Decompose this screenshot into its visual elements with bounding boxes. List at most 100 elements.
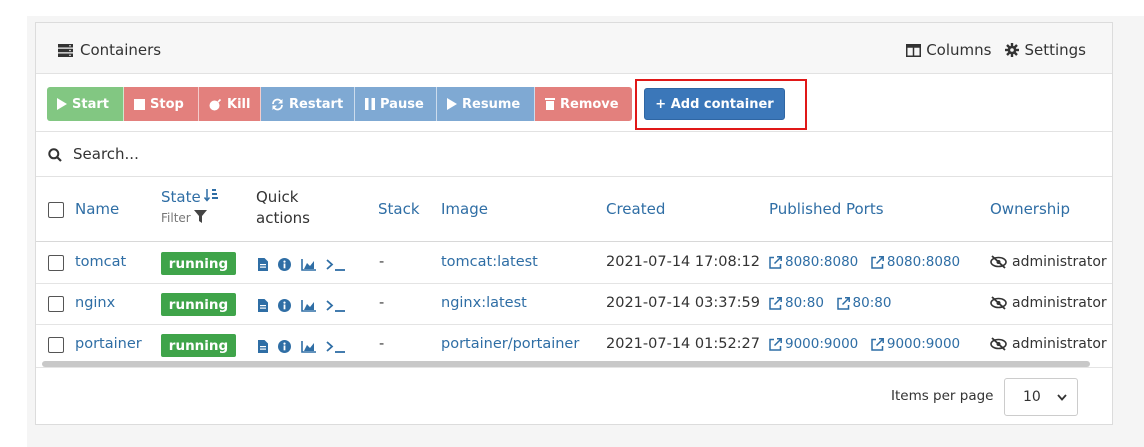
columns-button[interactable]: Columns <box>906 41 991 59</box>
external-link-icon <box>769 337 782 351</box>
gear-icon <box>1005 43 1020 57</box>
page-background: Containers Columns Settings Start Stop K… <box>27 16 1144 447</box>
published-ports: 8080:8080 8080:8080 <box>769 254 968 273</box>
remove-button[interactable]: Remove <box>535 87 632 121</box>
select-all-checkbox[interactable] <box>48 202 64 218</box>
table-row: nginx running - nginx:latest 2021-07-14 … <box>36 284 1112 325</box>
server-icon <box>58 43 73 57</box>
eye-slash-icon <box>990 337 1007 351</box>
table-header: Name State Filter Quick actions Stack Im… <box>36 177 1112 242</box>
external-link-icon <box>871 255 884 269</box>
column-created[interactable]: Created <box>606 200 665 218</box>
external-link-icon <box>769 296 782 310</box>
stats-icon[interactable] <box>301 338 316 357</box>
stop-button[interactable]: Stop <box>124 87 199 121</box>
published-ports: 9000:9000 9000:9000 <box>769 336 968 355</box>
info-icon[interactable] <box>278 256 291 275</box>
pause-icon <box>365 98 375 110</box>
panel-title-text: Containers <box>80 41 162 59</box>
column-state[interactable]: State Filter <box>161 188 218 226</box>
restart-button[interactable]: Restart <box>261 87 355 121</box>
image-link[interactable]: nginx:latest <box>441 295 527 311</box>
columns-icon <box>906 43 922 57</box>
sync-icon <box>271 98 284 111</box>
logs-icon[interactable] <box>258 338 268 357</box>
column-name[interactable]: Name <box>75 200 119 218</box>
table-footer: Items per page 10 <box>36 367 1112 424</box>
column-ownership[interactable]: Ownership <box>990 200 1070 218</box>
port-link[interactable]: 80:80 <box>836 295 891 311</box>
container-action-buttons: Start Stop Kill Restart Pause Resume Rem… <box>47 87 632 121</box>
add-container-button[interactable]: + Add container <box>644 88 785 120</box>
column-image[interactable]: Image <box>441 200 488 218</box>
stack-value: - <box>379 254 385 270</box>
search-icon <box>48 147 62 166</box>
stop-icon <box>134 98 145 110</box>
console-icon[interactable] <box>326 297 346 316</box>
state-filter[interactable]: Filter <box>161 210 218 226</box>
external-link-icon <box>769 255 782 269</box>
logs-icon[interactable] <box>258 256 268 275</box>
trash-icon <box>545 98 555 110</box>
containers-table: Name State Filter Quick actions Stack Im… <box>36 177 1112 367</box>
container-name-link[interactable]: nginx <box>75 295 115 311</box>
play-icon <box>57 98 67 110</box>
console-icon[interactable] <box>326 256 346 275</box>
columns-label: Columns <box>926 41 992 59</box>
panel-header: Containers Columns Settings <box>36 23 1112 74</box>
resume-button[interactable]: Resume <box>437 87 535 121</box>
pause-button[interactable]: Pause <box>355 87 437 121</box>
port-link[interactable]: 9000:9000 <box>769 336 858 352</box>
container-name-link[interactable]: tomcat <box>75 254 126 270</box>
eye-slash-icon <box>990 255 1007 269</box>
stats-icon[interactable] <box>301 297 316 316</box>
container-name-link[interactable]: portainer <box>75 336 142 352</box>
port-link[interactable]: 9000:9000 <box>871 336 960 352</box>
port-link[interactable]: 8080:8080 <box>871 254 960 270</box>
row-checkbox[interactable] <box>48 255 64 271</box>
kill-button[interactable]: Kill <box>199 87 261 121</box>
stack-value: - <box>379 336 385 352</box>
column-published-ports[interactable]: Published Ports <box>769 200 884 218</box>
containers-panel: Containers Columns Settings Start Stop K… <box>35 22 1113 425</box>
quick-actions <box>258 297 346 316</box>
published-ports: 80:80 80:80 <box>769 295 899 314</box>
settings-label: Settings <box>1024 41 1086 59</box>
table-row: tomcat running - tomcat:latest 2021-07-1… <box>36 243 1112 284</box>
stats-icon[interactable] <box>301 256 316 275</box>
filter-icon <box>193 210 207 226</box>
row-checkbox[interactable] <box>48 337 64 353</box>
quick-actions <box>258 256 346 275</box>
start-button[interactable]: Start <box>47 87 124 121</box>
image-link[interactable]: tomcat:latest <box>441 254 538 270</box>
items-per-page-select[interactable]: 10 <box>1004 378 1078 416</box>
search-input[interactable] <box>73 142 573 166</box>
column-stack[interactable]: Stack <box>378 200 420 218</box>
column-quick-actions: Quick actions <box>256 188 310 227</box>
status-badge: running <box>161 334 236 357</box>
eye-slash-icon <box>990 296 1007 310</box>
info-icon[interactable] <box>278 338 291 357</box>
info-icon[interactable] <box>278 297 291 316</box>
created-value: 2021-07-14 03:37:59 <box>606 295 760 311</box>
ownership-value: administrator <box>990 336 1107 352</box>
action-toolbar: Start Stop Kill Restart Pause Resume Rem… <box>36 74 1112 132</box>
quick-actions <box>258 338 346 357</box>
play-icon <box>447 98 457 110</box>
ownership-value: administrator <box>990 254 1107 270</box>
created-value: 2021-07-14 01:52:27 <box>606 336 760 352</box>
external-link-icon <box>871 337 884 351</box>
search-bar <box>36 132 1112 177</box>
port-link[interactable]: 8080:8080 <box>769 254 858 270</box>
table-row: portainer running - portainer/portainer … <box>36 325 1112 366</box>
bomb-icon <box>209 98 222 111</box>
ownership-value: administrator <box>990 295 1107 311</box>
status-badge: running <box>161 293 236 316</box>
external-link-icon <box>836 296 850 310</box>
image-link[interactable]: portainer/portainer <box>441 336 579 352</box>
console-icon[interactable] <box>326 338 346 357</box>
settings-button[interactable]: Settings <box>1005 41 1086 59</box>
row-checkbox[interactable] <box>48 296 64 312</box>
port-link[interactable]: 80:80 <box>769 295 824 311</box>
logs-icon[interactable] <box>258 297 268 316</box>
